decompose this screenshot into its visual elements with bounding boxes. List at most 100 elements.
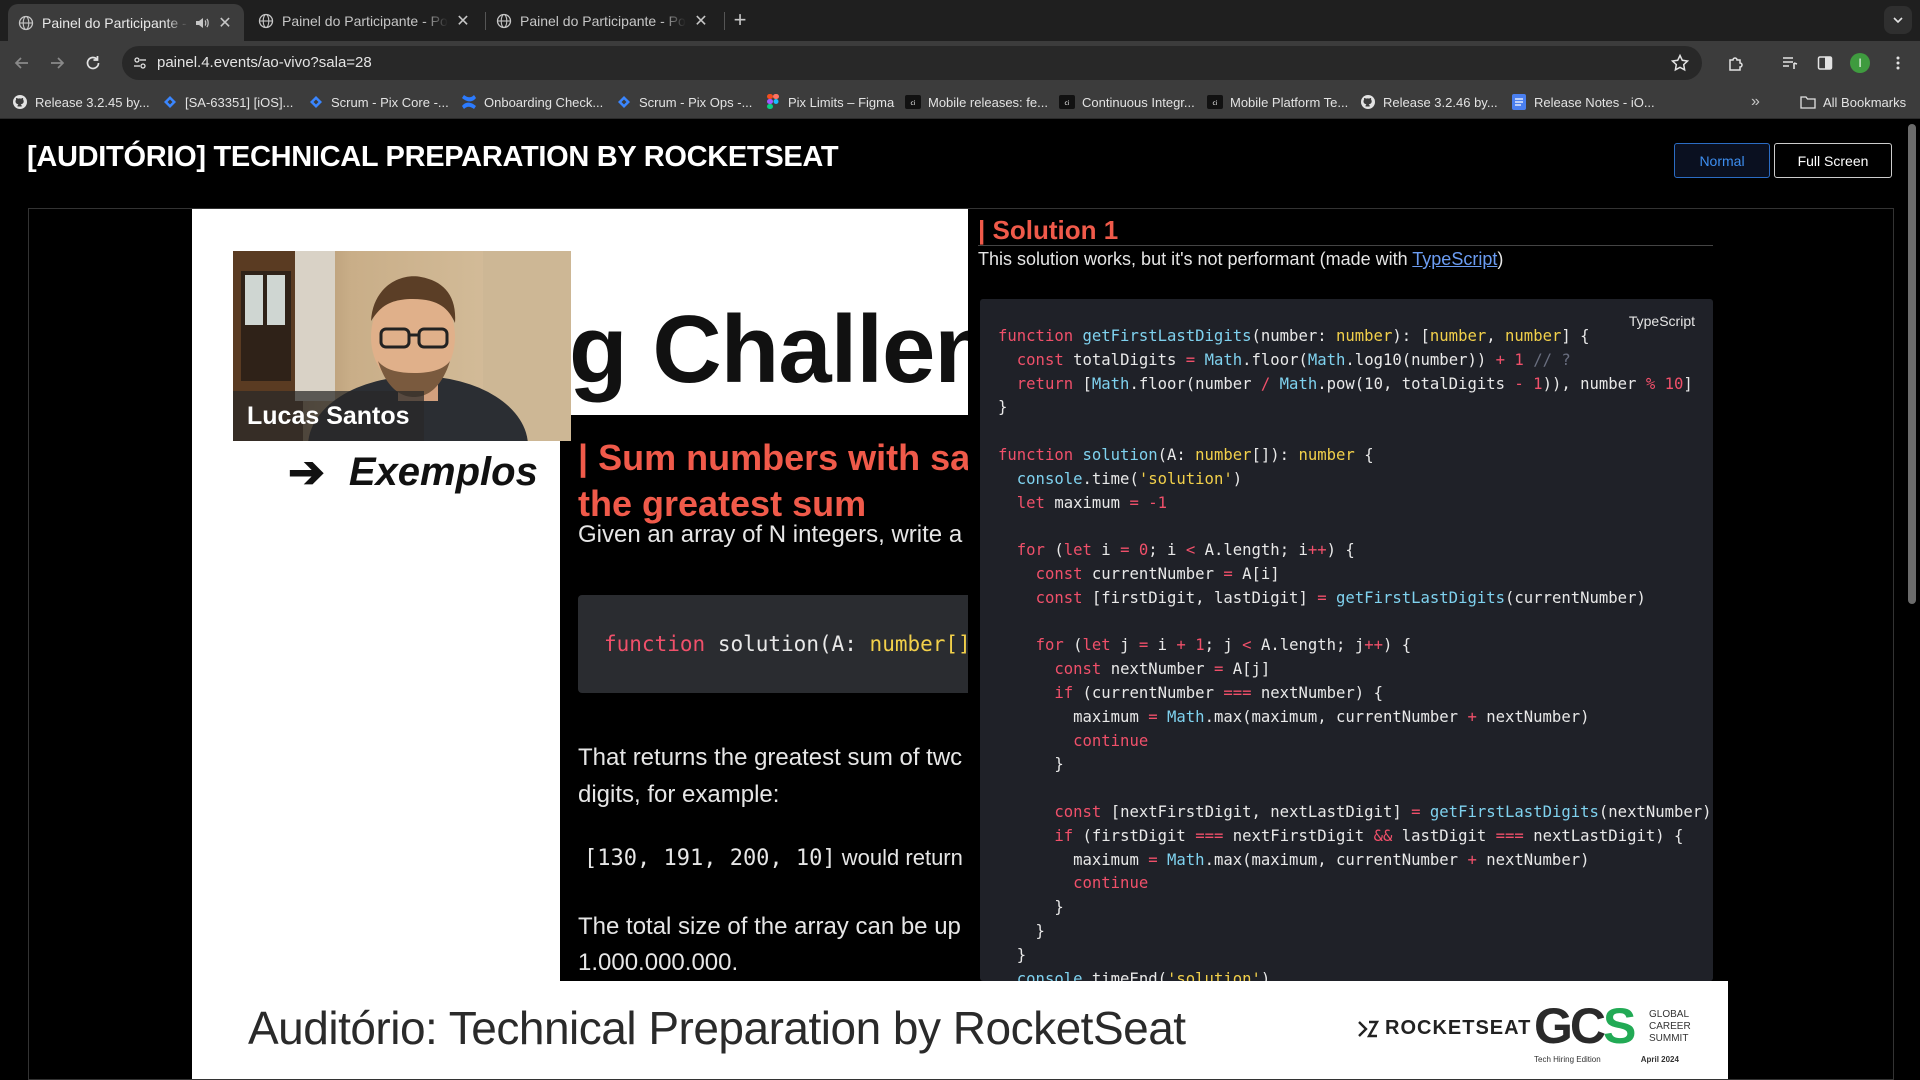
code-token: const [1035,588,1092,607]
code-token: [nextFirstDigit, nextLastDigit] [1110,802,1412,821]
code-line: if (firstDigit === nextFirstDigit && las… [998,825,1712,849]
more-bookmarks-icon[interactable]: » [1751,93,1760,111]
jira-icon [162,94,178,110]
bookmark-item[interactable]: Scrum - Pix Ops -... [616,93,752,111]
rocketseat-logo-text: ROCKETSEAT [1385,1017,1532,1039]
code-token: 1 [1533,374,1543,393]
jira-icon [616,94,632,110]
bookmark-item[interactable]: ci Mobile Platform Te... [1207,93,1348,111]
code-line: for (let j = i + 1; j < A.length; j++) { [998,634,1712,658]
extensions-button[interactable] [1722,49,1750,77]
code-token: const [1054,660,1111,679]
menu-button[interactable] [1884,49,1912,77]
code-line: const currentNumber = A[i] [998,563,1712,587]
new-tab-button[interactable]: + [728,9,752,33]
app-icon: ci [1207,94,1223,110]
app-icon: ci [905,94,921,110]
tab-search-button[interactable] [1884,6,1912,34]
code-line: continue [998,730,1712,754]
gcs-footer: Tech Hiring Edition April 2024 [1534,1055,1679,1064]
address-bar[interactable]: painel.4.events/ao-vivo?sala=28 [122,46,1702,80]
example-text: [130, 191, 200, 10] would return [584,845,963,871]
bookmark-item[interactable]: Release 3.2.45 by... [12,93,150,111]
bookmark-star-icon[interactable] [1670,53,1690,73]
problem-description: Given an array of N integers, write a [578,521,963,548]
code-line: let maximum = -1 [998,492,1712,516]
close-tab-icon[interactable]: ✕ [692,12,710,30]
media-controls-button[interactable] [1776,49,1804,77]
code-token: nextLastDigit) { [1533,826,1684,845]
code-line: return [Math.floor(number / Math.pow(10,… [998,373,1712,397]
jira-icon [308,94,324,110]
speaker-icon[interactable] [194,15,210,31]
page-title: [AUDITÓRIO] TECHNICAL PREPARATION BY ROC… [27,141,839,173]
code-token: .timeEnd( [1082,969,1168,981]
code-token: Math [1204,350,1243,369]
code-token: i [1101,541,1121,560]
video-player[interactable]: g Challen ➔ Exemplos | Sum numbers with … [28,208,1894,1080]
browser-tab-3[interactable]: Painel do Participante - Powered by 4.ev… [486,4,720,37]
bookmark-label: Release 3.2.45 by... [35,94,150,110]
url-text[interactable]: painel.4.events/ao-vivo?sala=28 [157,54,372,71]
code-token: (currentNumber) [1505,588,1646,607]
code-token: } [998,921,1045,940]
code-token: lastDigit [1401,826,1496,845]
profile-button[interactable]: I [1846,49,1874,77]
site-info-icon[interactable] [130,53,150,73]
code-token: getFirstLastDigits [1429,802,1599,821]
bookmark-item[interactable]: Release 3.2.46 by... [1360,93,1498,111]
all-bookmarks-button[interactable]: All Bookmarks [1800,93,1906,111]
code-token: let [1063,541,1102,560]
problem-title: | Sum numbers with sa the greatest sum [578,435,998,527]
code-token: (A: [1157,445,1196,464]
media-queue-icon [1783,57,1798,69]
problem-title-line: | Sum numbers with sa [578,437,971,478]
gcs-letters-a: GC [1534,998,1606,1054]
confluence-icon [461,94,477,110]
bookmark-item[interactable]: Scrum - Pix Core -... [308,93,449,111]
code-line: } [998,396,1712,420]
figma-icon [765,94,781,110]
code-token: continue [1073,731,1149,750]
close-tab-icon[interactable]: ✕ [454,12,472,30]
bookmark-item[interactable]: Release Notes - iO... [1511,93,1655,111]
code-token: ] [1683,374,1693,393]
arrow-left-icon [14,57,28,69]
back-button[interactable] [8,49,36,77]
browser-tab-1[interactable]: Painel do Participante - Powered by 4.ev… [8,4,244,41]
page-content: [AUDITÓRIO] TECHNICAL PREPARATION BY ROC… [0,119,1920,1080]
code-line: function solution(A: number[]): number { [998,444,1712,468]
code-line: } [998,944,1712,968]
side-panel-button[interactable] [1811,49,1839,77]
constraint-text: The total size of the array can be up 1.… [578,909,961,981]
session-title: Auditório: Technical Preparation by Rock… [248,1002,1186,1054]
code-token: A.length; i [1204,541,1308,560]
snippet-keyword: function [604,632,706,656]
forward-button[interactable] [43,49,71,77]
normal-mode-button[interactable]: Normal [1674,143,1770,178]
code-token: j [1120,636,1139,655]
reload-icon [86,56,100,70]
browser-tab-2[interactable]: Painel do Participante - Powered by 4.ev… [248,4,482,37]
rocketseat-logo: ROCKETSEAT [1357,1017,1531,1040]
page-scrollbar[interactable] [1908,124,1916,604]
bookmark-label: Onboarding Check... [484,94,604,110]
bookmark-item[interactable]: [SA-63351] [iOS]... [162,93,293,111]
bookmark-item[interactable]: ci Continuous Integr... [1059,93,1195,111]
globe-icon [258,13,274,28]
code-token: (nextNumber) [1598,802,1712,821]
code-token: A[j] [1232,660,1271,679]
full-screen-button[interactable]: Full Screen [1774,143,1892,178]
bookmark-label: Scrum - Pix Ops -... [639,94,753,110]
code-token: for [1016,541,1055,560]
svg-text:ci: ci [1065,100,1070,107]
bookmark-item[interactable]: Onboarding Check... [461,93,603,111]
bookmark-item[interactable]: ci Mobile releases: fe... [905,93,1048,111]
bookmark-item[interactable]: Pix Limits – Figma [765,93,894,111]
code-token: = [1129,493,1149,512]
close-tab-icon[interactable]: ✕ [216,14,234,32]
reload-button[interactable] [79,49,107,77]
code-token: 1 [1195,636,1205,655]
